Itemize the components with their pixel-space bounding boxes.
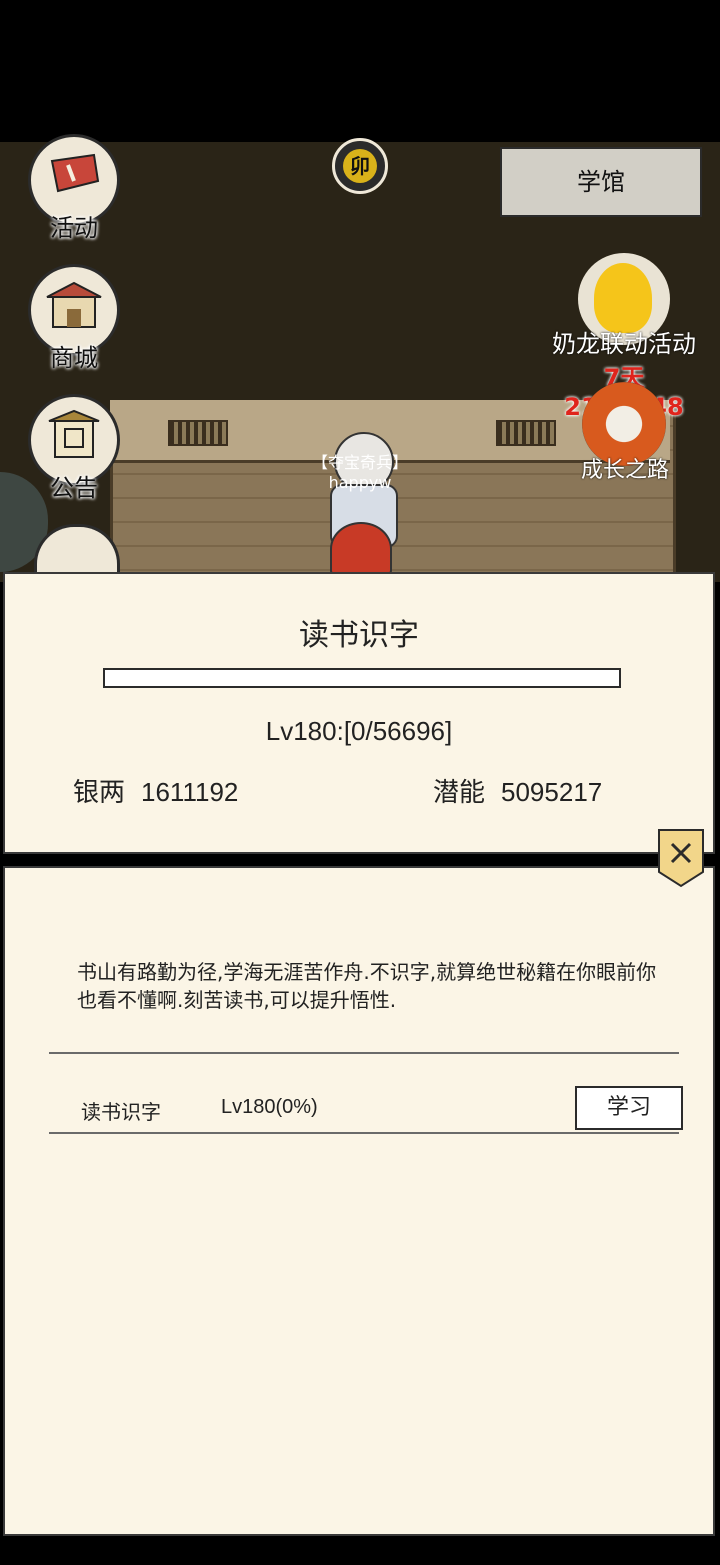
- silver-label: 银两: [73, 778, 126, 808]
- status-bar: [0, 0, 720, 142]
- location-button[interactable]: 学馆: [500, 147, 702, 217]
- event-mascot: [594, 263, 652, 333]
- close-button[interactable]: [657, 828, 705, 888]
- notice-icon: [31, 409, 117, 470]
- divider-bottom: [49, 1132, 679, 1134]
- learn-button[interactable]: 学习: [575, 1086, 683, 1130]
- potential-value: 5095217: [501, 777, 603, 807]
- time-indicator: 卯: [332, 138, 388, 194]
- hall-window-right: [496, 420, 556, 446]
- divider-top: [49, 1052, 679, 1054]
- navigation-bar: [0, 1536, 720, 1565]
- skill-summary-panel: 读书识字 Lv180:[0/56696] 银两 1611192 潜能 5095217: [3, 572, 715, 854]
- event-label[interactable]: 奶龙联动活动: [548, 324, 700, 359]
- player-name: happyw: [328, 473, 392, 492]
- silver-stat: 银两 1611192: [73, 772, 238, 809]
- skill-row-level: Lv180(0%): [221, 1096, 318, 1118]
- player-pet: [330, 522, 392, 576]
- close-icon: [658, 829, 704, 888]
- skill-description: 书山有路勤为径,学海无涯苦作舟.不识字,就算绝世秘籍在你眼前你也看不懂啊.刻苦读…: [77, 960, 657, 1012]
- potential-label: 潜能: [433, 778, 486, 808]
- growth-label[interactable]: 成长之路: [560, 452, 690, 484]
- shop-icon: [31, 279, 117, 340]
- player-title: 【夺宝奇兵】: [311, 453, 408, 472]
- hall-window-left: [168, 420, 228, 446]
- activity-icon: [31, 149, 117, 210]
- skill-level-text: Lv180:[0/56696]: [265, 716, 453, 746]
- time-icon: 卯: [343, 149, 377, 183]
- activity-label: 活动: [50, 214, 98, 242]
- skill-progress-bar: [103, 668, 621, 688]
- skill-detail-panel: 书山有路勤为径,学海无涯苦作舟.不识字,就算绝世秘籍在你眼前你也看不懂啊.刻苦读…: [3, 866, 715, 1536]
- shop-label: 商城: [50, 344, 98, 372]
- potential-stat: 潜能 5095217: [433, 772, 602, 809]
- skill-row-name: 读书识字: [81, 1100, 161, 1124]
- player-nameplate: 【夺宝奇兵】 happyw: [290, 453, 430, 493]
- panel-title: 读书识字: [299, 618, 419, 653]
- silver-value: 1611192: [141, 777, 239, 807]
